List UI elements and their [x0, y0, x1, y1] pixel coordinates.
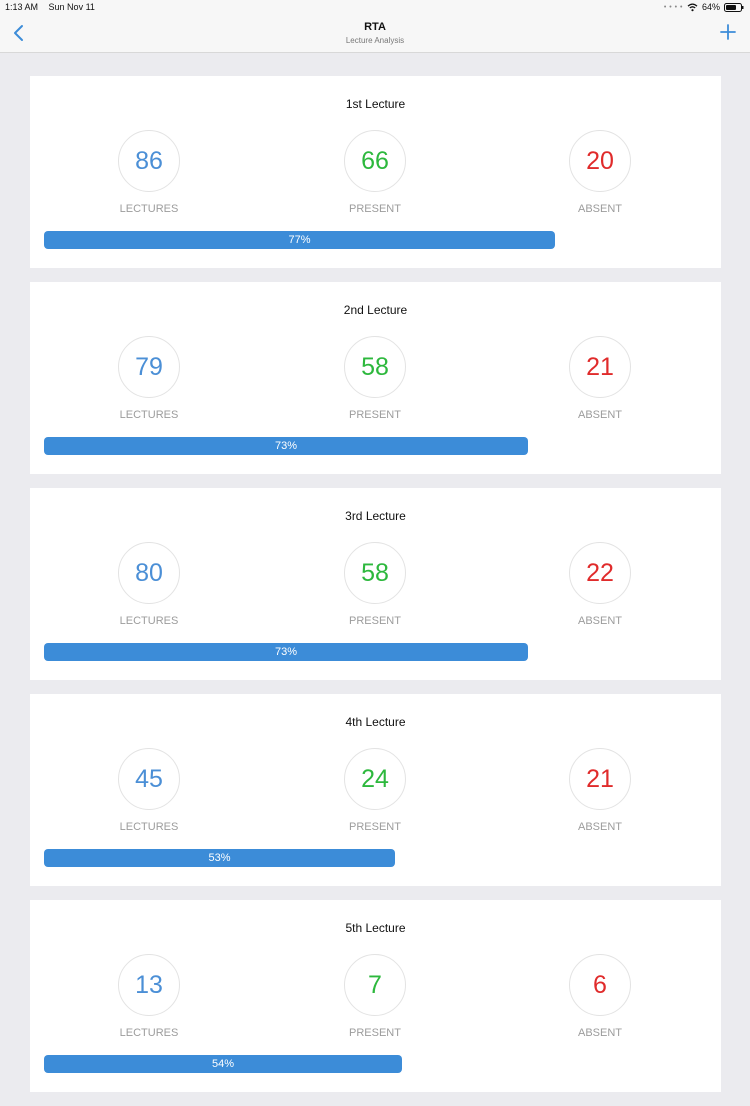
lecture-title: 2nd Lecture [343, 303, 408, 317]
lecture-card[interactable]: 5th Lecture 13 LECTURES 7 PRESENT 6 ABSE… [30, 900, 721, 1092]
lectures-stat: 13 LECTURES [89, 954, 209, 1039]
battery-icon [724, 2, 744, 12]
lectures-label: LECTURES [119, 821, 179, 833]
lectures-count: 79 [118, 336, 180, 398]
attendance-progress-bar: 54% [44, 1055, 402, 1073]
absent-label: ABSENT [577, 409, 622, 421]
present-count: 58 [344, 542, 406, 604]
attendance-progress-bar: 77% [44, 231, 555, 249]
navigation-bar: RTA Lecture Analysis [0, 14, 750, 53]
page-subtitle: Lecture Analysis [345, 36, 405, 45]
absent-count: 22 [569, 542, 631, 604]
absent-label: ABSENT [577, 1027, 622, 1039]
lectures-stat: 79 LECTURES [89, 336, 209, 421]
absent-stat: 22 ABSENT [540, 542, 660, 627]
absent-stat: 6 ABSENT [540, 954, 660, 1039]
status-right: • • • • 64% [664, 2, 744, 12]
present-count: 58 [344, 336, 406, 398]
present-stat: 7 PRESENT [315, 954, 435, 1039]
lectures-count: 86 [118, 130, 180, 192]
absent-count: 21 [569, 748, 631, 810]
plus-icon[interactable] [720, 24, 736, 40]
present-stat: 58 PRESENT [315, 336, 435, 421]
status-date: Sun Nov 11 [48, 2, 95, 12]
lecture-title: 3rd Lecture [345, 509, 406, 523]
lectures-stat: 45 LECTURES [89, 748, 209, 833]
present-stat: 24 PRESENT [315, 748, 435, 833]
absent-count: 21 [569, 336, 631, 398]
lectures-label: LECTURES [119, 203, 179, 215]
absent-stat: 21 ABSENT [540, 336, 660, 421]
attendance-progress-bar: 73% [44, 643, 528, 661]
lectures-count: 45 [118, 748, 180, 810]
absent-label: ABSENT [577, 615, 622, 627]
attendance-progress-bar: 53% [44, 849, 395, 867]
present-label: PRESENT [349, 203, 401, 215]
present-label: PRESENT [349, 409, 401, 421]
lectures-count: 13 [118, 954, 180, 1016]
present-count: 7 [344, 954, 406, 1016]
wifi-icon [687, 2, 698, 11]
present-label: PRESENT [349, 1027, 401, 1039]
present-label: PRESENT [349, 615, 401, 627]
absent-count: 6 [569, 954, 631, 1016]
absent-stat: 20 ABSENT [540, 130, 660, 215]
lecture-list: 1st Lecture 86 LECTURES 66 PRESENT 20 AB… [30, 76, 721, 1106]
absent-label: ABSENT [577, 203, 622, 215]
lecture-title: 1st Lecture [345, 97, 406, 111]
lecture-card[interactable]: 1st Lecture 86 LECTURES 66 PRESENT 20 AB… [30, 76, 721, 268]
lecture-title: 5th Lecture [345, 921, 406, 935]
lectures-label: LECTURES [119, 409, 179, 421]
lecture-title: 4th Lecture [345, 715, 406, 729]
lectures-count: 80 [118, 542, 180, 604]
absent-label: ABSENT [577, 821, 622, 833]
signal-dots-icon: • • • • [663, 3, 683, 11]
status-left: 1:13 AM Sun Nov 11 [5, 2, 95, 12]
status-time: 1:13 AM [5, 2, 39, 12]
battery-percent: 64% [701, 2, 720, 12]
lecture-card[interactable]: 2nd Lecture 79 LECTURES 58 PRESENT 21 AB… [30, 282, 721, 474]
absent-stat: 21 ABSENT [540, 748, 660, 833]
page-title: RTA [364, 21, 386, 33]
present-count: 24 [344, 748, 406, 810]
lectures-stat: 86 LECTURES [89, 130, 209, 215]
lecture-card[interactable]: 3rd Lecture 80 LECTURES 58 PRESENT 22 AB… [30, 488, 721, 680]
lectures-stat: 80 LECTURES [89, 542, 209, 627]
present-stat: 58 PRESENT [315, 542, 435, 627]
lecture-card[interactable]: 4th Lecture 45 LECTURES 24 PRESENT 21 AB… [30, 694, 721, 886]
present-count: 66 [344, 130, 406, 192]
present-stat: 66 PRESENT [315, 130, 435, 215]
absent-count: 20 [569, 130, 631, 192]
attendance-progress-bar: 73% [44, 437, 528, 455]
lectures-label: LECTURES [119, 1027, 179, 1039]
present-label: PRESENT [349, 821, 401, 833]
lectures-label: LECTURES [119, 615, 179, 627]
status-bar: 1:13 AM Sun Nov 11 • • • • 64% [0, 0, 750, 14]
